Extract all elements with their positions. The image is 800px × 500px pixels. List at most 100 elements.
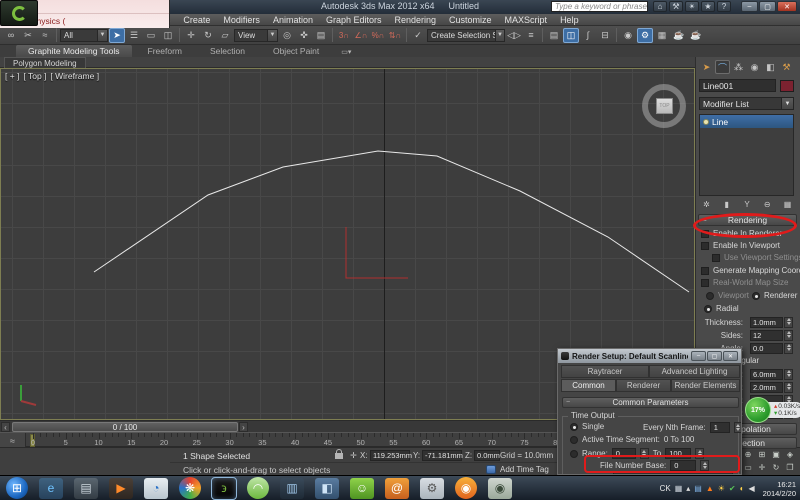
common-parameters-rollout[interactable]: −Common Parameters bbox=[562, 397, 739, 408]
select-and-scale-icon[interactable]: ▱ bbox=[217, 28, 233, 43]
taskbar-3dsmax-icon[interactable]: ϶ bbox=[212, 478, 236, 499]
angle-spinner[interactable] bbox=[784, 343, 793, 354]
tab-modify[interactable]: ⌒ bbox=[715, 60, 730, 74]
rendered-frame-window-icon[interactable]: ▦ bbox=[654, 28, 670, 43]
thickness-spinner[interactable] bbox=[784, 317, 793, 328]
dialog-close-button[interactable]: ✕ bbox=[723, 351, 738, 361]
angle-snap-icon[interactable]: ∠∩ bbox=[353, 28, 369, 43]
spline-line001[interactable] bbox=[94, 151, 689, 292]
stack-item-line[interactable]: Line bbox=[700, 115, 793, 128]
show-end-result-icon[interactable]: ▮ bbox=[720, 198, 733, 211]
select-and-manipulate-icon[interactable]: ✜ bbox=[296, 28, 312, 43]
active-time-segment-row[interactable]: Active Time Segment: 0 To 100 bbox=[570, 435, 694, 444]
rendering-rollout-header[interactable]: −Rendering bbox=[698, 214, 797, 226]
edit-named-selections-icon[interactable]: ✓ bbox=[410, 28, 426, 43]
renderer-radio-row[interactable]: Renderer bbox=[752, 291, 797, 300]
real-world-map-checkbox[interactable] bbox=[701, 279, 709, 287]
dialog-title-bar[interactable]: Render Setup: Default Scanline Rend... –… bbox=[558, 349, 741, 363]
zoom-extents-all-icon[interactable]: ◈ bbox=[783, 448, 797, 460]
length-spinner[interactable] bbox=[784, 369, 793, 380]
tab-create[interactable]: ➤ bbox=[699, 60, 714, 74]
file-number-base-field[interactable]: 0 bbox=[670, 460, 696, 471]
search-wrench-icon[interactable]: ⚒ bbox=[669, 1, 683, 12]
real-world-map-row[interactable]: Real-World Map Size bbox=[701, 278, 788, 287]
dialog-tab-raytracer[interactable]: Raytracer bbox=[561, 365, 649, 378]
bind-to-space-warp-icon[interactable]: ≈ bbox=[37, 28, 53, 43]
enable-in-viewport-checkbox[interactable] bbox=[701, 242, 709, 250]
taskbar-app-orange-swirl-icon[interactable]: @ bbox=[385, 478, 409, 499]
sides-field[interactable]: 12 bbox=[750, 330, 783, 341]
favorites-star-icon[interactable]: ★ bbox=[701, 1, 715, 12]
menu-help[interactable]: Help bbox=[560, 15, 579, 25]
taskbar-messenger-green-icon[interactable]: ☺ bbox=[350, 478, 374, 499]
select-and-rotate-icon[interactable]: ↻ bbox=[200, 28, 216, 43]
minimize-button[interactable]: – bbox=[741, 1, 758, 12]
layer-manager-icon[interactable]: ▤ bbox=[546, 28, 562, 43]
x-coordinate-field[interactable]: 119.253mm bbox=[370, 450, 410, 461]
selection-lock-icon[interactable] bbox=[335, 453, 343, 459]
taskbar-browser-compass-icon[interactable]: ◔ bbox=[144, 478, 168, 499]
selection-filter-dropdown[interactable]: All▼ bbox=[60, 29, 108, 42]
graphite-ribbon-toggle-icon[interactable]: ◫ bbox=[563, 28, 579, 43]
every-nth-frame-spinner[interactable] bbox=[734, 422, 742, 433]
taskbar-video-film-icon[interactable]: ▥ bbox=[280, 478, 304, 499]
use-pivot-center-icon[interactable]: ◎ bbox=[279, 28, 295, 43]
y-coordinate-field[interactable]: -71.181mm bbox=[422, 450, 462, 461]
sides-spinner[interactable] bbox=[784, 330, 793, 341]
ribbon-tab-graphite-modeling-tools[interactable]: Graphite Modeling Tools bbox=[16, 45, 132, 57]
zoom-all-icon[interactable]: ⊞ bbox=[755, 448, 769, 460]
tray-weather-icon[interactable]: ☀ bbox=[718, 484, 725, 493]
tray-keyboard-icon[interactable]: ▦ bbox=[675, 484, 683, 493]
tray-energy-icon[interactable]: ◐ bbox=[740, 484, 745, 493]
viewport-pov-menu[interactable]: [ Top ] bbox=[23, 71, 46, 81]
range-from-spinner[interactable] bbox=[640, 448, 649, 459]
generate-mapping-checkbox[interactable] bbox=[701, 267, 709, 275]
chevron-down-icon[interactable]: ▼ bbox=[781, 98, 793, 109]
active-time-segment-radio[interactable] bbox=[570, 436, 578, 444]
range-to-spinner[interactable] bbox=[695, 448, 704, 459]
chevron-down-icon[interactable]: ▼ bbox=[495, 30, 504, 41]
ribbon-tab-object-paint[interactable]: Object Paint bbox=[261, 45, 331, 57]
taskbar-browser-colorful-icon[interactable]: ❋ bbox=[179, 477, 201, 499]
pan-icon[interactable]: ✛ bbox=[755, 461, 769, 473]
speed-ball-percent[interactable]: 17% bbox=[745, 397, 771, 423]
reference-coordinate-dropdown[interactable]: View▼ bbox=[234, 29, 278, 42]
render-production-icon[interactable]: ☕ bbox=[671, 28, 687, 43]
zoom-region-icon[interactable]: ▭ bbox=[741, 461, 755, 473]
taskbar-clock[interactable]: 16:212014/2/20 bbox=[763, 480, 798, 498]
generate-mapping-row[interactable]: Generate Mapping Coords. bbox=[701, 266, 800, 275]
render-setup-icon[interactable]: ⚙ bbox=[637, 28, 653, 43]
dialog-tab-renderer[interactable]: Renderer bbox=[616, 379, 671, 392]
angle-field[interactable]: 0.0 bbox=[750, 343, 783, 354]
viewcube[interactable]: TOP bbox=[642, 84, 690, 132]
viewport-radio[interactable] bbox=[706, 292, 714, 300]
object-color-swatch[interactable] bbox=[780, 80, 794, 92]
dialog-maximize-button[interactable]: ▢ bbox=[707, 351, 722, 361]
maximize-viewport-icon[interactable]: ❐ bbox=[783, 461, 797, 473]
render-iterative-icon[interactable]: ☕ bbox=[688, 28, 704, 43]
tab-display[interactable]: ◧ bbox=[763, 60, 778, 74]
red-shape[interactable] bbox=[346, 227, 408, 278]
viewport-shading-menu[interactable]: [ Wireframe ] bbox=[50, 71, 99, 81]
align-icon[interactable]: ≡ bbox=[523, 28, 539, 43]
enable-in-renderer-row[interactable]: Enable In Renderer bbox=[701, 229, 782, 238]
maximize-button[interactable]: ▢ bbox=[759, 1, 776, 12]
spinner-snap-icon[interactable]: ⇅∩ bbox=[387, 28, 403, 43]
chevron-down-icon[interactable]: ▼ bbox=[267, 30, 277, 41]
taskbar-media-app-icon[interactable]: ▤ bbox=[74, 478, 98, 499]
range-row[interactable]: Range: 0 To 100 bbox=[570, 448, 704, 459]
time-slider-handle[interactable]: 0 / 100 bbox=[12, 422, 238, 432]
enable-in-renderer-checkbox[interactable] bbox=[701, 230, 709, 238]
light-bulb-icon[interactable] bbox=[703, 119, 709, 125]
width-field[interactable]: 2.0mm bbox=[750, 382, 783, 393]
start-button[interactable]: ⊞ bbox=[6, 477, 28, 499]
range-from-field[interactable]: 0 bbox=[612, 448, 636, 459]
every-nth-frame-field[interactable]: 1 bbox=[710, 422, 730, 433]
tab-hierarchy[interactable]: ⁂ bbox=[731, 60, 746, 74]
length-field[interactable]: 6.0mm bbox=[750, 369, 783, 380]
tray-shield-icon[interactable]: ✔ bbox=[729, 484, 736, 493]
tab-utilities[interactable]: ⚒ bbox=[779, 60, 794, 74]
select-by-name-icon[interactable]: ☰ bbox=[126, 28, 142, 43]
taskbar-app-blue-icon[interactable]: ◧ bbox=[315, 478, 339, 499]
menu-create[interactable]: Create bbox=[183, 15, 210, 25]
